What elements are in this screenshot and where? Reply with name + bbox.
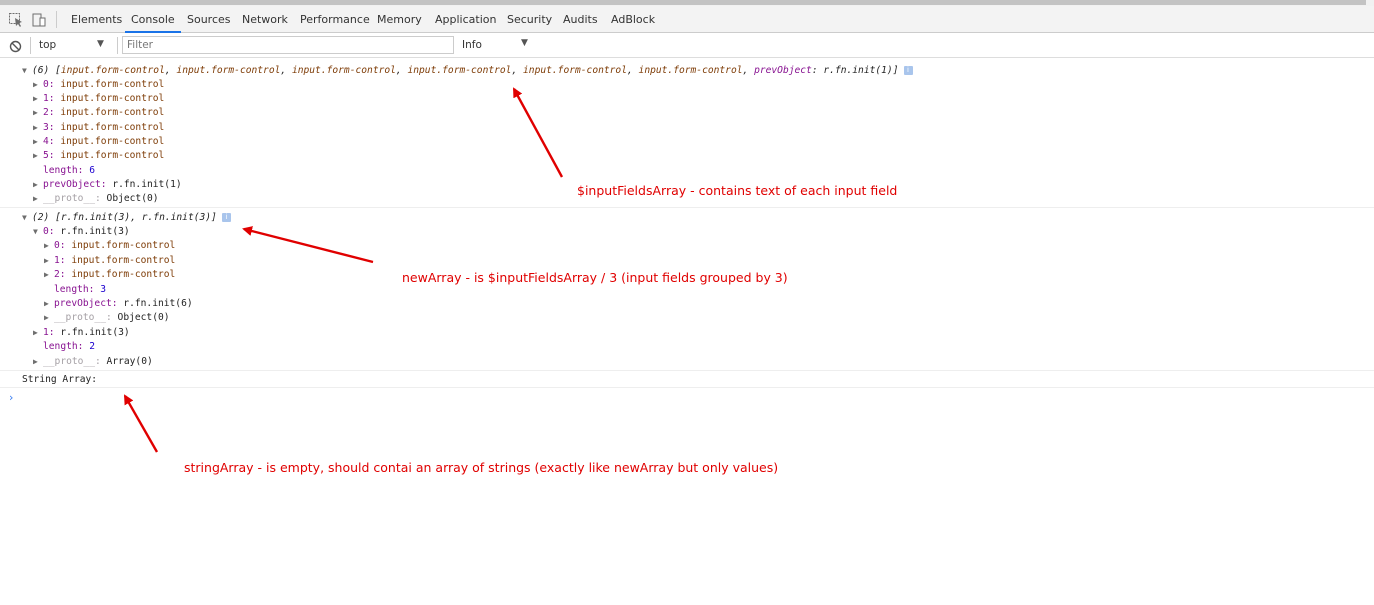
annotation-string-array: stringArray - is empty, should contai an…: [184, 460, 779, 475]
annotation-arrows: [123, 87, 564, 453]
annotation-arrow-3: [123, 394, 159, 453]
annotation-new-array: newArray - is $inputFieldsArray / 3 (inp…: [402, 270, 788, 285]
annotation-arrow-2: [242, 226, 374, 264]
annotation-input-fields-array: $inputFieldsArray - contains text of eac…: [577, 183, 898, 198]
annotation-arrow-1: [512, 87, 564, 178]
